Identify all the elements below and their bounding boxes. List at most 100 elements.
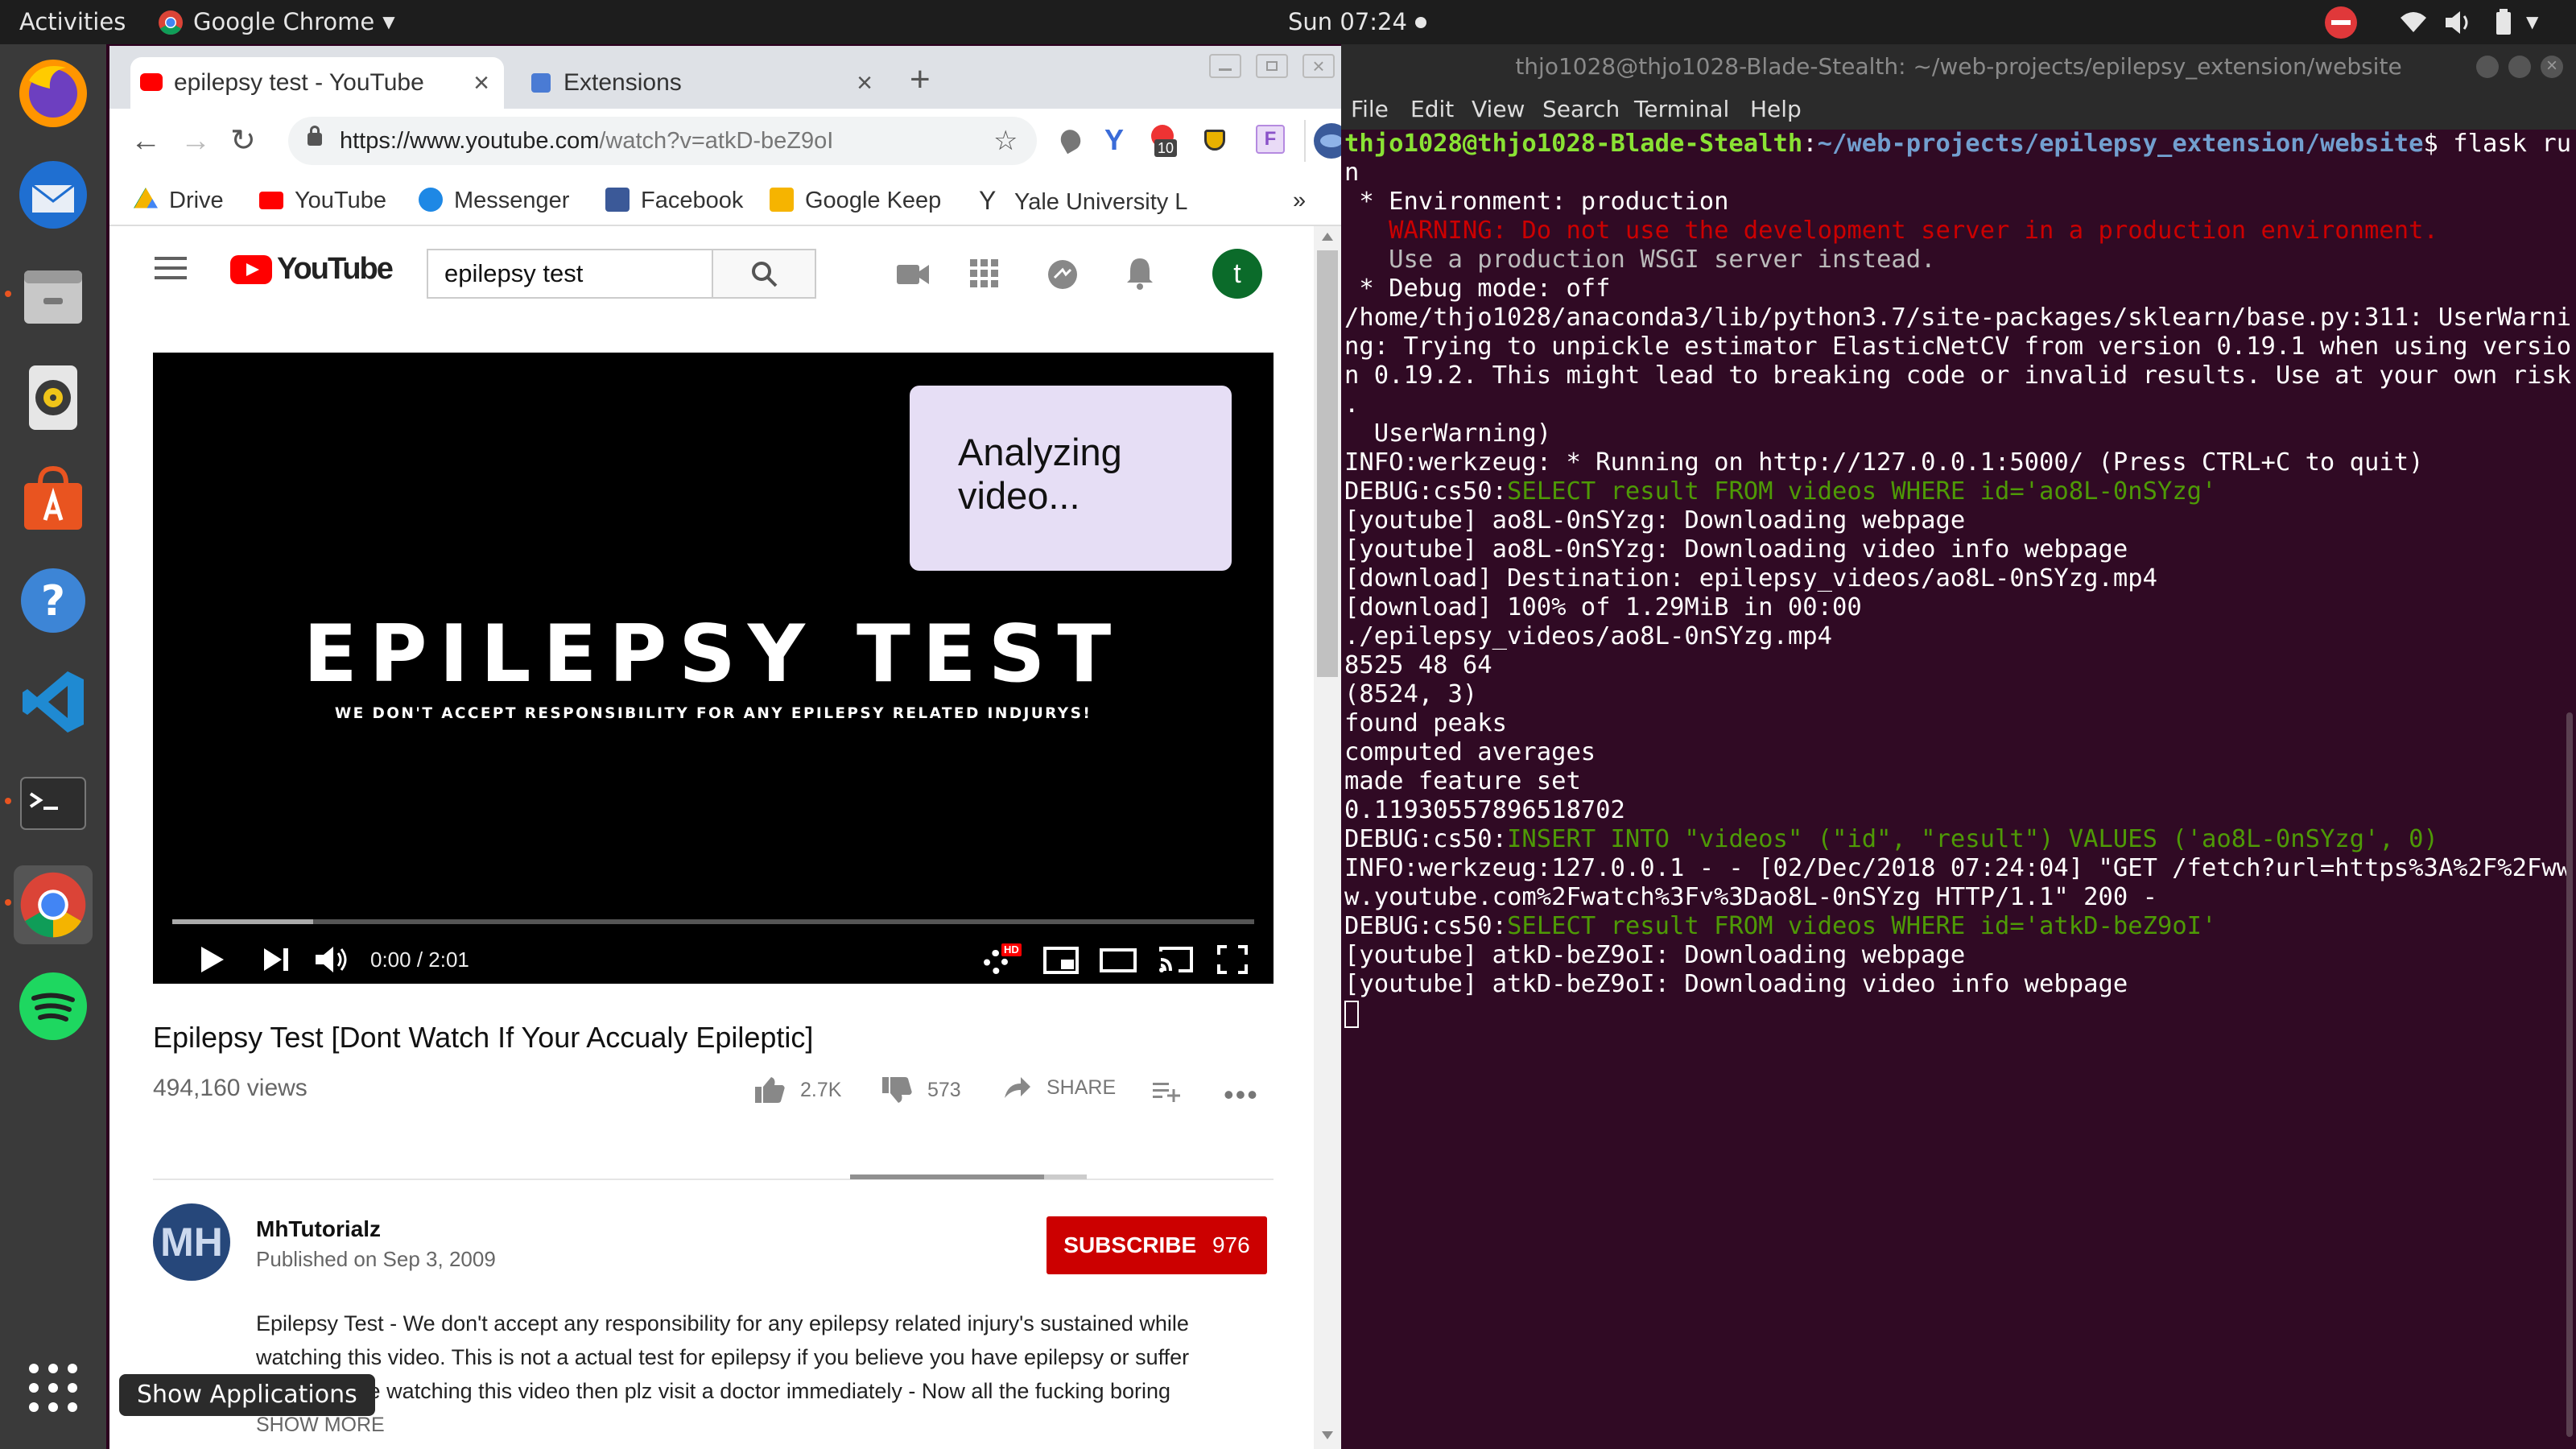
maximize-button[interactable] [1256,54,1288,78]
extension-shield-icon[interactable] [1201,125,1228,154]
minimize-button[interactable] [2476,56,2499,78]
youtube-logo[interactable]: YouTube [230,252,394,287]
terminal-line: INFO:werkzeug:127.0.0.1 - - [02/Dec/2018… [1344,854,2572,882]
tab-youtube[interactable]: epilepsy test - YouTube × [130,57,504,109]
minimize-button[interactable] [1209,54,1241,78]
theater-mode-icon[interactable] [1100,948,1137,972]
new-tab-button[interactable]: + [910,57,931,102]
activities-button[interactable]: Activities [19,0,126,44]
dock-files[interactable] [14,257,93,336]
extension-1-icon[interactable] [1056,126,1084,155]
subscriber-count: 976 [1212,1232,1250,1257]
dock-vscode[interactable] [14,663,93,741]
scrollbar-thumb[interactable] [1317,250,1338,677]
subscribe-button[interactable]: SUBSCRIBE 976 [1046,1216,1267,1274]
share-button[interactable]: SHARE [1003,1075,1116,1100]
extension-f-icon[interactable]: F [1256,125,1285,154]
terminal-output[interactable]: thjo1028@thjo1028-Blade-Stealth:~/web-pr… [1341,130,2576,1449]
volume-icon[interactable] [2442,0,2475,44]
clock[interactable]: Sun 07:24 [1288,0,1426,44]
dislike-button[interactable]: 573 [881,1075,961,1104]
wifi-icon[interactable] [2399,0,2428,44]
bookmark-label: Messenger [454,188,570,213]
forward-button[interactable]: → [180,117,211,165]
dislike-count: 573 [927,1078,961,1101]
menu-search[interactable]: Search [1542,89,1620,130]
next-icon[interactable] [262,947,290,972]
show-applications-button[interactable] [14,1348,93,1427]
play-icon[interactable] [198,945,225,974]
thumbs-down-icon [882,1077,912,1103]
dock-chrome[interactable] [14,865,93,944]
extension-y-icon[interactable]: Y [1104,120,1124,160]
settings-gear-icon[interactable]: HD [980,943,1022,977]
prompt-user: thjo1028@thjo1028-Blade-Stealth [1344,130,1803,158]
menu-help[interactable]: Help [1750,89,1802,130]
bookmark-facebook[interactable]: Facebook [605,175,743,226]
dock-thunderbird[interactable] [14,155,93,234]
bookmarks-overflow-button[interactable]: » [1293,175,1306,226]
like-button[interactable]: 2.7K [753,1075,841,1104]
search-input[interactable]: epilepsy test [427,249,712,299]
menu-edit[interactable]: Edit [1410,89,1454,130]
top-panel: Activities Google Chrome ▼ Sun 07:24 ▼ [0,0,2576,44]
bookmark-messenger[interactable]: Messenger [419,175,569,226]
close-button[interactable]: × [2541,56,2563,78]
channel-name[interactable]: MhTutorialz [256,1216,381,1242]
dock-terminal[interactable] [14,764,93,843]
bookmark-google-keep[interactable]: Google Keep [770,175,941,226]
do-not-disturb-icon[interactable] [2325,6,2357,39]
create-video-icon[interactable] [895,262,931,287]
extension-badge-icon[interactable]: 10 [1150,125,1180,157]
terminal-line: /home/thjo1028/anaconda3/lib/python3.7/s… [1344,303,2572,332]
user-avatar[interactable]: t [1212,249,1262,299]
menu-view[interactable]: View [1472,89,1525,130]
tab-extensions[interactable]: Extensions × [520,57,887,109]
notifications-bell-icon[interactable] [1125,257,1154,291]
cast-icon[interactable] [1158,945,1195,974]
menu-terminal[interactable]: Terminal [1634,89,1729,130]
bookmark-label: Yale University L [1014,189,1188,215]
bookmark-youtube[interactable]: YouTube [259,175,386,226]
bookmark-drive[interactable]: Drive [134,175,224,226]
channel-avatar[interactable]: MH [153,1203,230,1281]
sql-query: INSERT INTO "videos" ("id", "result") VA… [1507,825,2438,853]
terminal-scrollbar[interactable] [2566,712,2573,1437]
app-menu[interactable]: Google Chrome ▼ [158,0,395,44]
help-icon: ? [21,568,85,633]
dock-rhythmbox[interactable] [14,358,93,437]
menu-file[interactable]: File [1351,89,1389,130]
dock-help[interactable]: ? [14,561,93,640]
system-menu-chevron-icon[interactable]: ▼ [2526,0,2538,44]
more-actions-icon[interactable]: ••• [1224,1078,1259,1112]
fullscreen-icon[interactable] [1217,945,1248,974]
close-tab-icon[interactable]: × [473,57,489,109]
dock-spotify[interactable] [14,967,93,1046]
chrome-window: epilepsy test - YouTube × Extensions × +… [109,46,1349,1449]
dock-software[interactable] [14,460,93,539]
reload-button[interactable]: ↻ [230,117,256,165]
thumbs-up-icon [755,1077,785,1103]
back-button[interactable]: ← [130,117,161,165]
show-more-link[interactable]: SHOW MORE [256,1408,1189,1442]
volume-icon[interactable] [314,945,349,974]
close-window-button[interactable]: × [1302,54,1335,78]
tab-label: Extensions [564,69,682,96]
close-tab-icon[interactable]: × [857,57,873,109]
search-button[interactable] [712,249,816,299]
address-bar[interactable]: https://www.youtube.com/watch?v=atkD-beZ… [288,117,1037,165]
miniplayer-icon[interactable] [1043,947,1079,974]
terminal-line: Use a production WSGI server instead. [1344,246,1936,274]
battery-icon[interactable] [2492,0,2516,44]
search-text: epilepsy test [444,259,584,287]
messages-icon[interactable] [1046,258,1079,291]
bookmark-star-icon[interactable]: ☆ [993,117,1018,165]
dock-firefox[interactable] [14,54,93,133]
hamburger-menu-icon[interactable] [155,257,187,279]
page-scrollbar[interactable] [1314,226,1341,1449]
bookmark-yale[interactable]: Y Yale University L [979,175,1245,226]
add-to-playlist-icon[interactable] [1151,1080,1182,1104]
progress-bar[interactable] [172,919,1254,924]
maximize-button[interactable] [2508,56,2531,78]
apps-grid-icon[interactable] [969,258,1000,289]
